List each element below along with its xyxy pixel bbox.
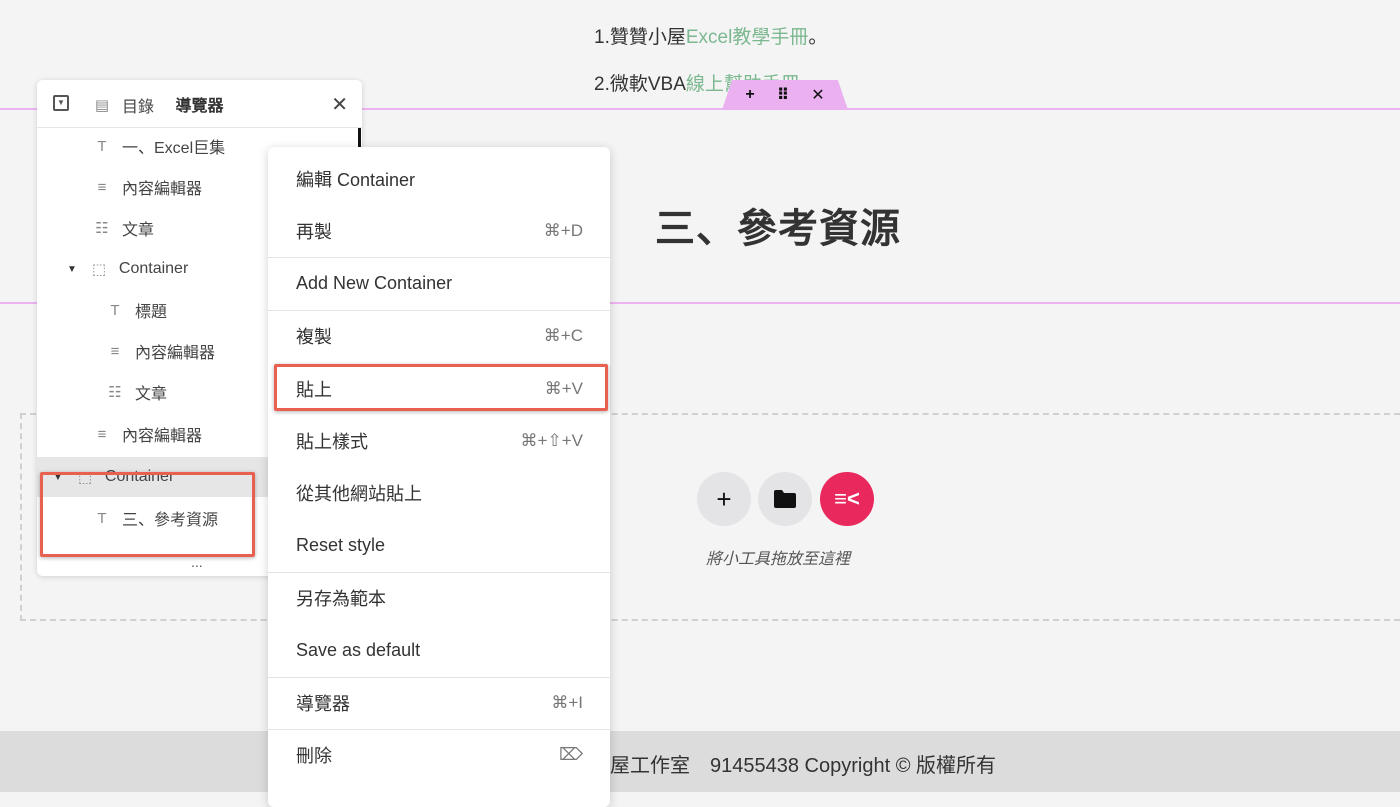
caret-down-icon[interactable]: ▼ [67,264,77,275]
elementor-kit-button[interactable]: ≡< [820,472,874,526]
navigator-item-label: 內容編輯器 [122,181,203,198]
plus-icon: + [716,483,732,514]
menu-item[interactable]: 再製 ⌘+D [268,205,610,257]
ref-text: 2.微軟VBA [594,74,686,95]
shortcut: ⌘+I [551,693,583,712]
footer-text: 屋工作室 91455438 Copyright © 版權所有 [610,755,996,777]
navigator-item-label: 一、Excel巨集 [122,140,226,157]
menu-item-label: 複製 [296,327,332,348]
shortcut: ⌦ [558,745,583,765]
ref-link[interactable]: Excel教學手冊 [686,27,808,48]
menu-item[interactable]: 貼上樣式 ⌘+⇧+V [268,415,610,467]
section-heading[interactable]: 三、參考資源 [655,196,901,254]
shortcut: ⌘+C [543,326,583,346]
drop-hint: 將小工具拖放至這裡 [706,551,851,568]
menu-item[interactable]: Reset style [268,520,610,572]
heading-icon: T [97,137,107,155]
navigator-item-label: 內容編輯器 [122,428,203,445]
elementor-kit-icon: ≡< [834,486,860,511]
navigator-item-label: 目錄 [122,99,155,116]
container-icon: ⬚ [91,261,106,278]
menu-item-label: 刪除 [296,746,332,767]
add-section-button[interactable]: + [697,472,751,526]
menu-item-label: 導覽器 [296,694,350,714]
menu-item[interactable]: Save as default [268,625,610,677]
menu-item-label: Reset style [296,535,386,556]
close-icon[interactable]: ✕ [811,85,824,105]
menu-item[interactable]: 編輯 Container [268,153,610,205]
scrollbar[interactable] [358,128,361,148]
context-menu: 編輯 Container 再製 ⌘+D Add New Container 複製 ⌘+C 貼… [268,147,610,807]
navigator-item[interactable]: ▤ 目錄 [37,85,362,125]
menu-item-label: 貼上樣式 [296,432,368,452]
menu-item[interactable]: 刪除 ⌦ [268,729,610,781]
toc-icon: ▤ [94,97,110,114]
navigator-item-label: 文章 [135,386,168,403]
drag-handle-icon[interactable]: ⠿ [777,85,790,105]
menu-item[interactable]: 導覽器 ⌘+I [268,677,610,729]
posts-icon: ☷ [108,384,122,401]
folder-icon [774,490,796,508]
template-library-button[interactable] [758,472,812,526]
text-editor-icon: ≡ [110,342,120,360]
reference-1: 1.贊贊小屋Excel教學手冊。 [594,22,827,49]
navigator-item-label: 文章 [122,222,155,239]
menu-item-label: Save as default [296,640,421,661]
highlight-box [40,472,255,557]
menu-item-label: 另存為範本 [296,589,386,610]
ref-suffix: 。 [808,27,828,48]
shortcut: ⌘+D [543,221,583,241]
menu-item[interactable]: 從其他網站貼上 [268,467,610,519]
posts-icon: ☷ [95,220,109,237]
menu-item-label: Add New Container [296,273,453,294]
text-editor-icon: ≡ [97,425,107,443]
menu-item-label: 編輯 Container [296,170,416,190]
menu-item[interactable]: Add New Container [268,258,610,310]
ref-text: 1.贊贊小屋 [594,27,686,48]
navigator-item-label: 標題 [135,304,168,321]
container-toolbar: + ⠿ ✕ [722,80,848,110]
text-editor-icon: ≡ [97,178,107,196]
highlight-box [274,364,608,411]
navigator-item-label: Container [118,260,189,277]
heading-icon: T [110,301,120,319]
menu-item[interactable]: 複製 ⌘+C [268,310,610,362]
add-icon[interactable]: + [745,86,754,104]
shortcut: ⌘+⇧+V [520,431,583,450]
navigator-item-label: 內容編輯器 [135,345,216,362]
menu-item-label: 從其他網站貼上 [296,484,422,505]
menu-item[interactable]: 另存為範本 [268,572,610,624]
menu-item-label: 再製 [296,222,332,243]
